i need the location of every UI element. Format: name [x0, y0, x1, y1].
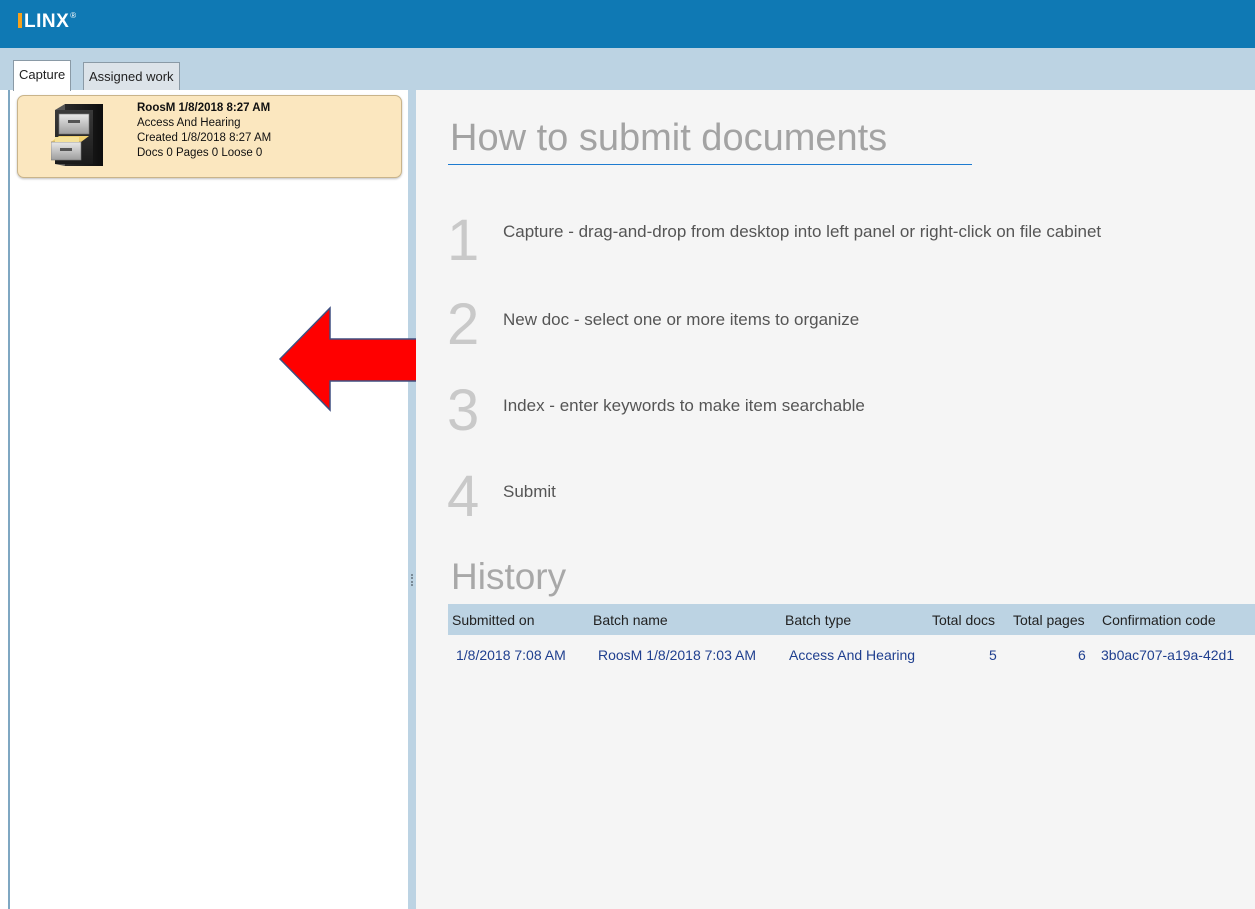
instructions-title: How to submit documents — [450, 117, 888, 159]
panel-splitter[interactable] — [408, 90, 416, 909]
cell-confirmation-code: 3b0ac707-a19a-42d1 — [1101, 647, 1235, 663]
column-header-total-pages[interactable]: Total pages — [1013, 612, 1085, 628]
cell-submitted-on: 1/8/2018 7:08 AM — [456, 647, 566, 663]
capture-panel[interactable] — [8, 90, 408, 909]
batch-card-details: RoosM 1/8/2018 8:27 AM Access And Hearin… — [137, 101, 271, 161]
file-cabinet-icon — [51, 104, 103, 166]
title-underline — [448, 164, 972, 165]
batch-created: Created 1/8/2018 8:27 AM — [137, 132, 272, 144]
cell-total-docs: 5 — [989, 647, 997, 663]
tab-capture[interactable]: Capture — [13, 60, 72, 91]
batch-type: Access And Hearing — [137, 117, 241, 129]
step-text: Index - enter keywords to make item sear… — [503, 396, 865, 415]
batch-counts: Docs 0 Pages 0 Loose 0 — [137, 147, 263, 159]
history-title: History — [451, 556, 567, 597]
linx-logo: LINX® — [18, 11, 77, 33]
column-header-submitted-on[interactable]: Submitted on — [452, 612, 535, 628]
step-number: 3 — [447, 378, 480, 443]
logo-registered-mark: ® — [70, 11, 77, 20]
red-left-arrow-icon — [278, 306, 435, 412]
step-text: Submit — [503, 482, 556, 501]
step-number: 4 — [447, 464, 480, 529]
cell-total-pages: 6 — [1078, 647, 1086, 663]
splitter-grip-icon[interactable] — [411, 574, 413, 586]
cell-batch-name: RoosM 1/8/2018 7:03 AM — [598, 647, 756, 663]
app-header: LINX® — [0, 0, 1255, 48]
tab-assigned-work[interactable]: Assigned work — [83, 62, 180, 90]
column-header-confirmation-code[interactable]: Confirmation code — [1102, 612, 1216, 628]
step-number: 2 — [447, 292, 480, 357]
logo-text: LINX — [24, 11, 70, 32]
logo-accent-bar — [18, 13, 22, 28]
step-text: New doc - select one or more items to or… — [503, 310, 860, 329]
cell-batch-type: Access And Hearing — [789, 647, 916, 663]
step-number: 1 — [447, 208, 480, 273]
batch-card[interactable]: RoosM 1/8/2018 8:27 AM Access And Hearin… — [17, 95, 402, 178]
tab-strip — [0, 48, 1255, 90]
batch-name: RoosM 1/8/2018 8:27 AM — [137, 102, 271, 114]
step-text: Capture - drag-and-drop from desktop int… — [503, 222, 1102, 241]
column-header-batch-name[interactable]: Batch name — [593, 612, 668, 628]
column-header-total-docs[interactable]: Total docs — [932, 612, 995, 628]
column-header-batch-type[interactable]: Batch type — [785, 612, 851, 628]
